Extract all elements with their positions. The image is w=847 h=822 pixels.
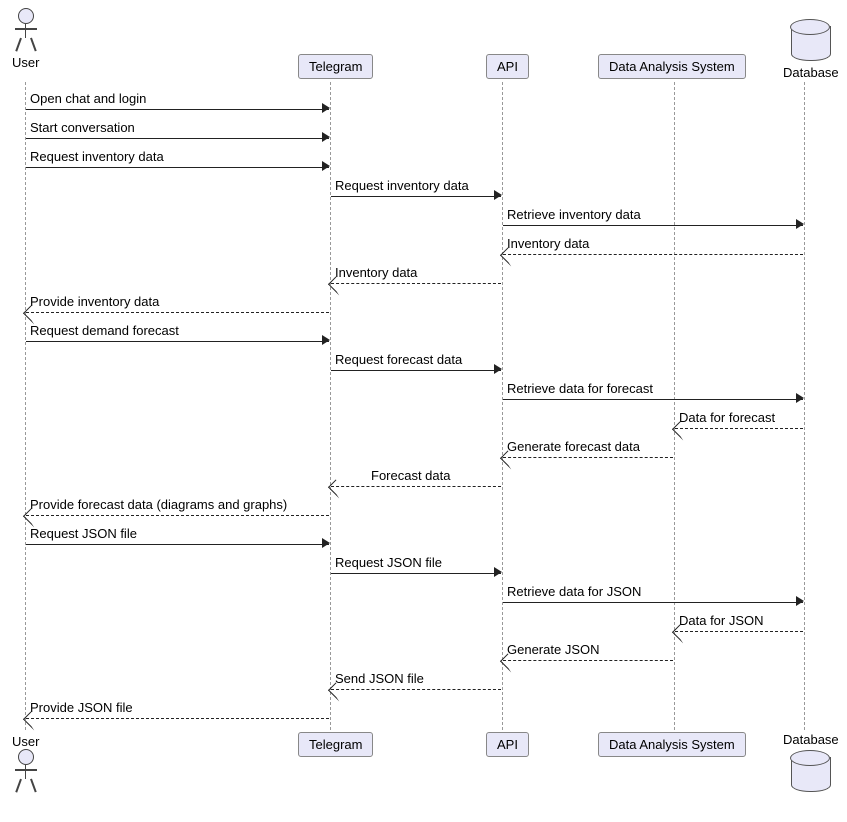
msg-provide-json: Provide JSON file (26, 702, 329, 722)
msg-retrieve-forecast: Retrieve data for forecast (503, 383, 803, 403)
msg-label: Provide forecast data (diagrams and grap… (30, 497, 287, 512)
participant-telegram-label: Telegram (309, 737, 362, 752)
actor-user-label-bottom: User (12, 734, 39, 749)
participant-api-bottom: API (486, 732, 529, 757)
participant-database-label: Database (783, 732, 839, 747)
msg-inventory-data-2: Inventory data (331, 267, 501, 287)
participant-api-top: API (486, 54, 529, 79)
msg-label: Request JSON file (30, 526, 137, 541)
msg-provide-forecast: Provide forecast data (diagrams and grap… (26, 499, 329, 519)
msg-forecast-data: Forecast data (331, 470, 501, 490)
msg-label: Start conversation (30, 120, 135, 135)
msg-label: Generate JSON (507, 642, 600, 657)
msg-label: Request inventory data (335, 178, 469, 193)
participant-das-label: Data Analysis System (609, 59, 735, 74)
msg-req-json: Request JSON file (26, 528, 329, 548)
lifeline-database (804, 82, 805, 730)
msg-label: Request inventory data (30, 149, 164, 164)
msg-retrieve-json: Retrieve data for JSON (503, 586, 803, 606)
user-stick-figure-icon (15, 749, 37, 791)
participant-telegram-top: Telegram (298, 54, 373, 79)
msg-label: Request JSON file (335, 555, 442, 570)
msg-label: Send JSON file (335, 671, 424, 686)
lifeline-user (25, 82, 26, 730)
participant-das-top: Data Analysis System (598, 54, 746, 79)
msg-label: Provide inventory data (30, 294, 159, 309)
participant-database-top: Database (783, 26, 839, 80)
participant-api-label: API (497, 59, 518, 74)
msg-label: Inventory data (507, 236, 589, 251)
msg-label: Provide JSON file (30, 700, 133, 715)
msg-label: Retrieve data for forecast (507, 381, 653, 396)
lifeline-api (502, 82, 503, 730)
participant-das-bottom: Data Analysis System (598, 732, 746, 757)
msg-gen-forecast: Generate forecast data (503, 441, 673, 461)
database-icon (791, 757, 831, 792)
participant-das-label: Data Analysis System (609, 737, 735, 752)
msg-label: Request forecast data (335, 352, 462, 367)
actor-user-label-top: User (12, 55, 39, 70)
participant-telegram-bottom: Telegram (298, 732, 373, 757)
sequence-diagram: User Telegram API Data Analysis System D… (8, 8, 839, 814)
participant-telegram-label: Telegram (309, 59, 362, 74)
msg-inventory-data-1: Inventory data (503, 238, 803, 258)
msg-req-forecast: Request demand forecast (26, 325, 329, 345)
msg-label: Retrieve inventory data (507, 207, 641, 222)
participant-database-bottom: Database (783, 732, 839, 792)
user-stick-figure-icon (15, 8, 37, 50)
msg-send-json: Send JSON file (331, 673, 501, 693)
actor-user-bottom: User (12, 732, 39, 794)
database-icon (791, 26, 831, 61)
msg-req-json-2: Request JSON file (331, 557, 501, 577)
msg-label: Data for JSON (679, 613, 764, 628)
actor-user-top: User (12, 8, 39, 70)
msg-label: Request demand forecast (30, 323, 179, 338)
msg-label: Generate forecast data (507, 439, 640, 454)
msg-req-inventory-2: Request inventory data (331, 180, 501, 200)
msg-retrieve-inventory: Retrieve inventory data (503, 209, 803, 229)
msg-label: Data for forecast (679, 410, 775, 425)
msg-data-forecast: Data for forecast (675, 412, 803, 432)
msg-req-forecast-data: Request forecast data (331, 354, 501, 374)
msg-gen-json: Generate JSON (503, 644, 673, 664)
msg-start-conversation: Start conversation (26, 122, 329, 142)
participant-database-label: Database (783, 65, 839, 80)
participant-api-label: API (497, 737, 518, 752)
msg-req-inventory-1: Request inventory data (26, 151, 329, 171)
msg-label: Inventory data (335, 265, 417, 280)
msg-label: Forecast data (371, 468, 451, 483)
msg-label: Open chat and login (30, 91, 146, 106)
msg-data-json: Data for JSON (675, 615, 803, 635)
msg-provide-inventory: Provide inventory data (26, 296, 329, 316)
msg-label: Retrieve data for JSON (507, 584, 641, 599)
msg-open-chat: Open chat and login (26, 93, 329, 113)
